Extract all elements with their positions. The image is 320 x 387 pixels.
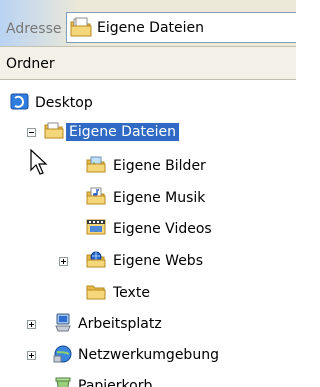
tree-label-desktop: Desktop xyxy=(35,95,93,111)
tree-label-eigene-musik: Eigene Musik xyxy=(113,190,206,206)
tree-label-arbeitsplatz: Arbeitsplatz xyxy=(78,316,162,332)
network-icon xyxy=(53,344,73,364)
folders-pane-header: Ordner xyxy=(0,47,296,80)
recycle-bin-icon xyxy=(53,375,73,387)
tree-label-eigene-webs: Eigene Webs xyxy=(113,253,203,269)
address-bar: Adresse Eigene Dateien xyxy=(0,0,296,47)
mouse-cursor-icon xyxy=(30,148,50,181)
tree-label-eigene-dateien: Eigene Dateien xyxy=(66,123,180,141)
address-value: Eigene Dateien xyxy=(97,20,205,36)
documents-folder-icon xyxy=(44,121,64,141)
explorer-window: Adresse Eigene Dateien Ordner Desktop Ei… xyxy=(0,0,296,387)
my-computer-icon xyxy=(53,313,73,333)
pictures-folder-icon xyxy=(86,155,106,175)
tree-label-texte: Texte xyxy=(113,285,150,301)
address-input[interactable]: Eigene Dateien xyxy=(66,12,296,43)
tree-label-papierkorb: Papierkorb xyxy=(78,378,153,387)
music-folder-icon xyxy=(86,187,106,207)
tree-label-eigene-videos: Eigene Videos xyxy=(113,221,212,237)
address-label: Adresse xyxy=(6,21,62,37)
expand-toggle-netzwerkumgebung[interactable] xyxy=(27,351,36,360)
folder-icon xyxy=(86,282,106,302)
webs-folder-icon xyxy=(86,250,106,270)
expand-toggle-arbeitsplatz[interactable] xyxy=(27,320,36,329)
folders-pane-title: Ordner xyxy=(6,56,55,72)
tree-label-eigene-bilder: Eigene Bilder xyxy=(113,158,206,174)
folder-tree: Desktop Eigene Dateien Eigene Bilder Eig… xyxy=(0,80,296,387)
expand-toggle-eigene-webs[interactable] xyxy=(59,257,68,266)
videos-folder-icon xyxy=(86,218,106,238)
desktop-icon xyxy=(10,92,30,112)
tree-label-netzwerkumgebung: Netzwerkumgebung xyxy=(78,347,219,363)
collapse-toggle-eigene-dateien[interactable] xyxy=(27,128,36,137)
documents-folder-icon xyxy=(70,17,92,43)
